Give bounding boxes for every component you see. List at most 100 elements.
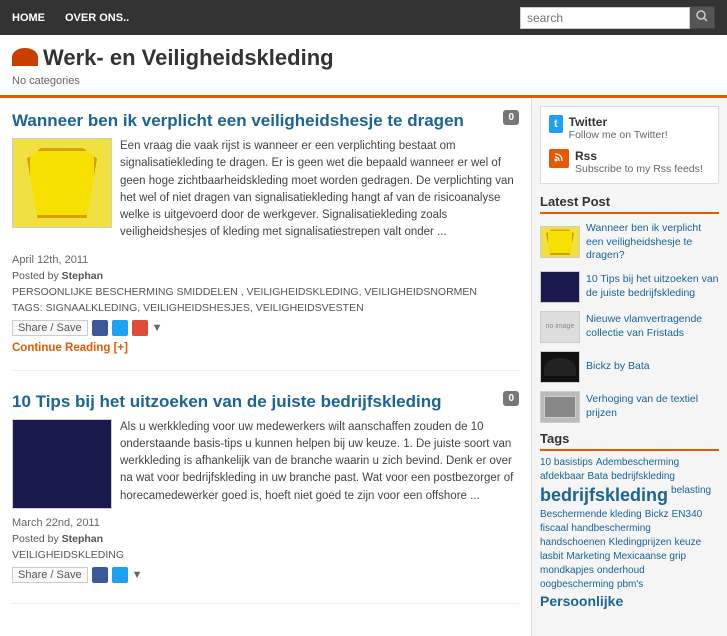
continue-reading-link-1[interactable]: Continue Reading [+] (12, 342, 128, 354)
rss-info: Rss Subscribe to my Rss feeds! (575, 149, 703, 175)
article-1-categories: PERSOONLIJKE BESCHERMING SMIDDELEN , VEI… (12, 286, 519, 298)
latest-posts-title: Latest Post (540, 194, 719, 214)
latest-shoe-icon (544, 358, 576, 376)
latest-suit-icon (549, 273, 571, 301)
search-input[interactable] (520, 7, 690, 29)
latest-post-text-1: Wanneer ben ik verplicht een veiligheids… (586, 222, 719, 263)
twitter-share-icon[interactable] (112, 320, 128, 336)
tag-beschermende[interactable]: Beschermende kleding (540, 509, 642, 520)
share-label[interactable]: Share / Save (12, 320, 88, 336)
rss-block: Rss Subscribe to my Rss feeds! (549, 149, 710, 175)
share-label-2[interactable]: Share / Save (12, 567, 88, 583)
latest-post-item-5[interactable]: Verhoging van de textiel prijzen (540, 391, 719, 423)
rss-icon (549, 149, 569, 168)
latest-post-text-2: 10 Tips bij het uitzoeken van de juiste … (586, 273, 719, 300)
article-2: 10 Tips bij het uitzoeken van de juiste … (12, 391, 519, 604)
article-1: Wanneer ben ik verplicht een veiligheids… (12, 110, 519, 371)
googleplus-icon[interactable] (132, 320, 148, 336)
article-1-thumbnail (12, 138, 112, 228)
top-navigation: HOME OVER ONS.. (0, 0, 727, 35)
tag-lasbit[interactable]: lasbit (540, 551, 563, 562)
tag-basistips[interactable]: 10 basistips (540, 457, 593, 468)
tag-afdekbaar[interactable]: afdekbaar (540, 471, 584, 482)
tag-handbescherming[interactable]: handbescherming (571, 523, 651, 534)
article-2-text: Als u werkkleding voor uw medewerkers wi… (120, 419, 519, 505)
twitter-subtitle[interactable]: Follow me on Twitter! (569, 129, 668, 141)
article-2-date: March 22nd, 2011 (12, 517, 519, 529)
site-logo-icon (12, 48, 38, 66)
tag-keuze[interactable]: keuze (674, 537, 701, 548)
latest-post-item-2[interactable]: 10 Tips bij het uitzoeken van de juiste … (540, 271, 719, 303)
tag-en340[interactable]: EN340 (672, 509, 703, 520)
share-more-2[interactable]: ▼ (132, 569, 143, 581)
tag-marketing[interactable]: Marketing (566, 551, 610, 562)
site-title: Werk- en Veiligheidskleding (12, 45, 715, 71)
latest-post-text-3: Nieuwe vlamvertragende collectie van Fri… (586, 313, 719, 340)
facebook-icon[interactable] (92, 320, 108, 336)
latest-post-item-3[interactable]: no image Nieuwe vlamvertragende collecti… (540, 311, 719, 343)
article-1-date: April 12th, 2011 (12, 254, 519, 266)
twitter-block: t Twitter Follow me on Twitter! (549, 115, 710, 141)
tag-mondkapjes[interactable]: mondkapjes (540, 565, 594, 576)
latest-vest-icon (546, 229, 574, 255)
latest-post-text-5: Verhoging van de textiel prijzen (586, 393, 719, 420)
vest-icon (27, 148, 97, 218)
rss-title: Rss (575, 149, 703, 163)
article-2-body: Als u werkkleding voor uw medewerkers wi… (120, 419, 519, 511)
article-1-body: Een vraag die vaak rijst is wanneer er e… (120, 138, 519, 248)
latest-post-item-4[interactable]: Bickz by Bata (540, 351, 719, 383)
tag-oogbescherming[interactable]: oogbescherming (540, 579, 614, 590)
tag-pbms[interactable]: pbm's (617, 579, 643, 590)
article-2-categories: VEILIGHEIDSKLEDING (12, 549, 519, 561)
search-icon (696, 10, 708, 22)
tag-fiscaal[interactable]: fiscaal (540, 523, 568, 534)
tag-kledingprijzen[interactable]: Kledingprijzen (609, 537, 672, 548)
suit-icon (35, 428, 90, 500)
article-2-author: Posted by Stephan (12, 533, 519, 545)
share-more[interactable]: ▼ (152, 322, 163, 334)
latest-post-thumb-5 (540, 391, 580, 423)
latest-post-thumb-3: no image (540, 311, 580, 343)
tag-bedrijfskleding-small[interactable]: bedrijfskleding (611, 471, 675, 482)
site-header: Werk- en Veiligheidskleding No categorie… (0, 35, 727, 98)
latest-post-item-1[interactable]: Wanneer ben ik verplicht een veiligheids… (540, 222, 719, 263)
twitter-share-icon-2[interactable] (112, 567, 128, 583)
article-1-text: Een vraag die vaak rijst is wanneer er e… (120, 138, 519, 242)
article-1-author: Posted by Stephan (12, 270, 519, 282)
article-1-share-bar: Share / Save ▼ (12, 320, 519, 336)
article-2-header: Als u werkkleding voor uw medewerkers wi… (12, 419, 519, 511)
tag-mexicaanse[interactable]: Mexicaanse grip (613, 551, 686, 562)
twitter-icon: t (549, 115, 563, 133)
tags-section: Tags 10 basistips Adembescherming afdekb… (540, 431, 719, 609)
tag-bickz[interactable]: Bickz (645, 509, 669, 520)
tag-bata[interactable]: Bata (587, 471, 608, 482)
tag-adembescherming[interactable]: Adembescherming (596, 457, 679, 468)
nav-item-home[interactable]: HOME (12, 12, 45, 24)
latest-post-thumb-1 (540, 226, 580, 258)
social-links-box: t Twitter Follow me on Twitter! Rss Subs (540, 106, 719, 184)
sidebar: t Twitter Follow me on Twitter! Rss Subs (532, 98, 727, 636)
search-box (520, 6, 715, 29)
latest-stripe-icon (544, 396, 576, 418)
tag-onderhoud[interactable]: onderhoud (597, 565, 645, 576)
nav-links: HOME OVER ONS.. (12, 12, 129, 24)
tags-container: 10 basistips Adembescherming afdekbaar B… (540, 457, 719, 609)
facebook-icon-2[interactable] (92, 567, 108, 583)
search-button[interactable] (690, 6, 715, 29)
article-1-header: Een vraag die vaak rijst is wanneer er e… (12, 138, 519, 248)
main-layout: Wanneer ben ik verplicht een veiligheids… (0, 98, 727, 636)
article-1-title[interactable]: Wanneer ben ik verplicht een veiligheids… (12, 110, 519, 132)
content-area: Wanneer ben ik verplicht een veiligheids… (0, 98, 532, 636)
rss-symbol (554, 152, 564, 162)
tags-title: Tags (540, 431, 719, 451)
article-1-tags: TAGS: SIGNAALKLEDING, VEILIGHEIDSHESJES,… (12, 302, 519, 314)
tag-persoonlijke[interactable]: Persoonlijke (540, 593, 623, 609)
tag-bedrijfskleding-large[interactable]: bedrijfskleding (540, 485, 668, 506)
nav-item-about[interactable]: OVER ONS.. (65, 12, 129, 24)
article-2-share-bar: Share / Save ▼ (12, 567, 519, 583)
no-image-label: no image (546, 323, 575, 330)
article-2-title[interactable]: 10 Tips bij het uitzoeken van de juiste … (12, 391, 519, 413)
tag-belasting[interactable]: belasting (671, 485, 711, 506)
rss-subtitle[interactable]: Subscribe to my Rss feeds! (575, 163, 703, 175)
tag-handschoenen[interactable]: handschoenen (540, 537, 606, 548)
